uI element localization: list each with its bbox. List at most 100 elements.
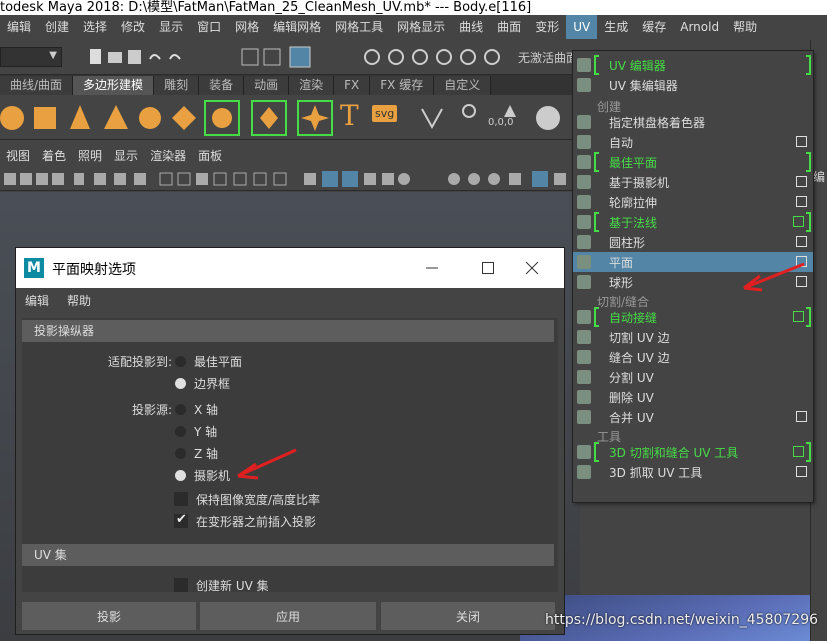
- uv-menu-item[interactable]: 自动接缝: [573, 307, 813, 327]
- uv-menu-item[interactable]: UV 编辑器: [573, 55, 813, 75]
- option-box-icon[interactable]: [796, 411, 807, 422]
- menu-6[interactable]: 网格: [228, 15, 266, 39]
- shelf-icons[interactable]: [0, 99, 560, 137]
- option-box-icon[interactable]: [796, 466, 807, 477]
- close-icon[interactable]: [518, 254, 546, 282]
- radio-bounding-box[interactable]: [175, 378, 186, 389]
- uv-menu-item-label: 平面: [609, 256, 634, 270]
- file-tools-icons[interactable]: [88, 47, 208, 67]
- shelf-tab-1[interactable]: 多边形建模: [73, 76, 155, 95]
- option-box-icon[interactable]: [793, 311, 804, 322]
- create-new-uv-set-checkbox[interactable]: [174, 578, 188, 592]
- uv-tool-icon: [577, 155, 591, 169]
- uv-menu-item-label: 自动: [609, 136, 634, 150]
- shelf-tab-2[interactable]: 雕刻: [154, 76, 200, 95]
- uv-menu-item[interactable]: 切割 UV 边: [573, 327, 813, 347]
- svg-tool-icon[interactable]: svg: [372, 105, 398, 122]
- menu-15[interactable]: 缓存: [635, 15, 673, 39]
- shelf-tab-0[interactable]: 曲线/曲面: [0, 76, 74, 95]
- dialog-menu-help[interactable]: 帮助: [58, 292, 100, 309]
- uv-menu-item[interactable]: 轮廓拉伸: [573, 192, 813, 212]
- option-box-icon[interactable]: [796, 196, 807, 207]
- uv-tool-icon: [577, 310, 591, 324]
- snowflake-tool-label[interactable]: 0,0,0: [488, 117, 513, 128]
- uv-menu-item[interactable]: 圆柱形: [573, 232, 813, 252]
- radio-camera[interactable]: [175, 470, 186, 481]
- menu-7[interactable]: 编辑网格: [266, 15, 328, 39]
- uv-menu-item[interactable]: 基于法线: [573, 212, 813, 232]
- maximize-icon[interactable]: [474, 254, 502, 282]
- option-box-icon[interactable]: [793, 446, 804, 457]
- mode-dropdown[interactable]: ▼: [0, 47, 62, 67]
- radio-best-plane[interactable]: [175, 356, 186, 367]
- uv-menu-item[interactable]: 3D 切割和缝合 UV 工具: [573, 442, 813, 462]
- menu-11[interactable]: 曲面: [490, 15, 528, 39]
- menu-9[interactable]: 网格显示: [390, 15, 452, 39]
- minimize-icon[interactable]: [418, 254, 446, 282]
- uv-menu-item-label: 3D 切割和缝合 UV 工具: [609, 446, 739, 460]
- option-box-icon[interactable]: [796, 136, 807, 147]
- menu-5[interactable]: 窗口: [190, 15, 228, 39]
- insert-before-deformers-checkbox[interactable]: ✔: [174, 512, 188, 528]
- panel-menu-3[interactable]: 显示: [108, 147, 144, 164]
- shelf-tab-8[interactable]: 自定义: [434, 76, 492, 95]
- shelf-tab-6[interactable]: FX: [334, 76, 371, 95]
- menu-8[interactable]: 网格工具: [328, 15, 390, 39]
- keep-ratio-checkbox[interactable]: [174, 492, 188, 506]
- dialog-menu-edit[interactable]: 编辑: [16, 292, 58, 309]
- uv-menu-item[interactable]: 自动: [573, 132, 813, 152]
- menu-0[interactable]: 编辑: [0, 15, 38, 39]
- shelf-tab-7[interactable]: FX 缓存: [370, 76, 435, 95]
- apply-button[interactable]: 应用: [200, 602, 376, 630]
- shelf-tab-3[interactable]: 装备: [199, 76, 245, 95]
- radio-y-axis[interactable]: [175, 426, 186, 437]
- uv-menu-item[interactable]: 删除 UV: [573, 387, 813, 407]
- menu-14[interactable]: 生成: [597, 15, 635, 39]
- uv-menu-item[interactable]: 分割 UV: [573, 367, 813, 387]
- shelf-tab-4[interactable]: 动画: [244, 76, 290, 95]
- menu-16[interactable]: Arnold: [673, 15, 726, 39]
- option-box-icon[interactable]: [796, 176, 807, 187]
- radio-x-axis[interactable]: [175, 404, 186, 415]
- menu-10[interactable]: 曲线: [452, 15, 490, 39]
- menu-2[interactable]: 选择: [76, 15, 114, 39]
- menu-12[interactable]: 变形: [528, 15, 566, 39]
- menu-4[interactable]: 显示: [152, 15, 190, 39]
- hotbox-bracket-icon: [594, 55, 599, 75]
- section-uv-set[interactable]: UV 集: [22, 544, 554, 566]
- option-box-icon[interactable]: [793, 216, 804, 227]
- fit-projection-label: 适配投影到:: [107, 355, 172, 369]
- uv-menu-item[interactable]: 3D 抓取 UV 工具: [573, 462, 813, 482]
- dialog-titlebar[interactable]: M 平面映射选项: [16, 248, 564, 288]
- dialog-title: 平面映射选项: [52, 262, 136, 278]
- radio-z-axis[interactable]: [175, 448, 186, 459]
- panel-menu-2[interactable]: 照明: [72, 147, 108, 164]
- uv-menu-item[interactable]: 缝合 UV 边: [573, 347, 813, 367]
- uv-menu-item[interactable]: 合并 UV: [573, 407, 813, 427]
- panel-menu-0[interactable]: 视图: [0, 147, 36, 164]
- uv-menu-item[interactable]: 最佳平面: [573, 152, 813, 172]
- panel-menu-1[interactable]: 着色: [36, 147, 72, 164]
- close-button[interactable]: 关闭: [381, 602, 555, 630]
- panel-toolbar-icons[interactable]: [4, 171, 580, 187]
- uv-tool-icon: [577, 370, 591, 384]
- option-box-icon[interactable]: [796, 236, 807, 247]
- text-tool-icon[interactable]: T: [340, 99, 359, 132]
- uv-tool-icon: [577, 115, 591, 129]
- hotbox-bracket-icon: [806, 212, 811, 232]
- panel-menu-5[interactable]: 面板: [192, 147, 228, 164]
- live-surface-field[interactable]: 无激活曲面: [518, 49, 578, 66]
- menu-3[interactable]: 修改: [114, 15, 152, 39]
- uv-menu-item[interactable]: 基于摄影机: [573, 172, 813, 192]
- section-projection-manipulator[interactable]: 投影操纵器: [22, 320, 554, 342]
- panel-menu-4[interactable]: 渲染器: [144, 147, 192, 164]
- menu-17[interactable]: 帮助: [726, 15, 764, 39]
- select-tools-icons[interactable]: [240, 45, 320, 69]
- uv-menu-item[interactable]: UV 集编辑器: [573, 75, 813, 95]
- menu-1[interactable]: 创建: [38, 15, 76, 39]
- project-button[interactable]: 投影: [22, 602, 196, 630]
- menu-13[interactable]: UV: [566, 15, 598, 39]
- uv-menu-item[interactable]: 指定棋盘格着色器: [573, 112, 813, 132]
- snap-tools-icons[interactable]: [360, 45, 510, 69]
- shelf-tab-5[interactable]: 渲染: [289, 76, 335, 95]
